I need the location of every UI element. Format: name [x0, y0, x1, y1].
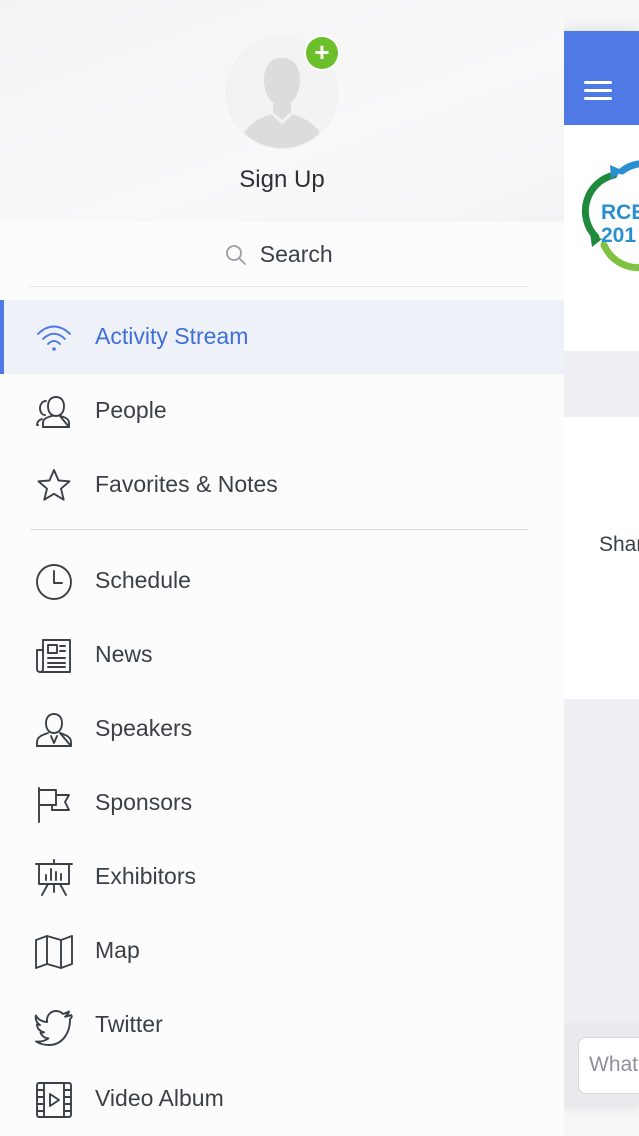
menu-item-label: News	[95, 641, 153, 667]
share-text: Shar	[599, 533, 639, 556]
menu-item-news[interactable]: News	[0, 618, 564, 692]
profile-header: + Sign Up	[0, 0, 564, 222]
section-separator	[564, 351, 639, 417]
menu-item-label: Activity Stream	[95, 323, 249, 349]
wifi-icon	[37, 325, 71, 351]
people-icon	[36, 396, 70, 428]
map-icon	[35, 935, 73, 969]
search-placeholder: Search	[259, 241, 333, 267]
menu-item-label: People	[95, 397, 167, 423]
menu-item-schedule[interactable]: Schedule	[0, 544, 564, 618]
menu-item-exhibitors[interactable]: Exhibitors	[0, 840, 564, 914]
menu-item-sponsors[interactable]: Sponsors	[0, 766, 564, 840]
event-logo: RCE 201	[581, 160, 639, 272]
menu-item-favorites-notes[interactable]: Favorites & Notes	[0, 448, 564, 522]
film-icon	[36, 1082, 72, 1118]
menu-item-label: Speakers	[95, 715, 193, 741]
menu-item-label: Exhibitors	[95, 863, 196, 889]
add-photo-plus-icon[interactable]: +	[306, 37, 338, 69]
app-header-bar	[564, 31, 639, 125]
star-icon	[37, 469, 71, 501]
clock-icon	[36, 564, 72, 600]
share-post-card[interactable]: Shar	[564, 417, 639, 699]
hamburger-menu-icon[interactable]	[584, 79, 614, 103]
menu-item-label: Favorites & Notes	[95, 471, 278, 497]
sign-up-link[interactable]: Sign Up	[0, 166, 564, 194]
presentation-board-icon	[35, 859, 73, 896]
menu-item-twitter[interactable]: Twitter	[0, 988, 564, 1062]
menu-item-people[interactable]: People	[0, 374, 564, 448]
menu-divider	[30, 529, 528, 530]
flag-icon	[38, 787, 70, 823]
activity-stream-panel: RCE 201 Shar What	[564, 31, 639, 1106]
navigation-drawer: + Sign Up Search Activity Stream People …	[0, 0, 564, 1136]
compose-bar: What	[564, 1023, 639, 1106]
search-icon	[226, 244, 247, 265]
logo-text-line2: 201	[601, 224, 636, 247]
menu-item-map[interactable]: Map	[0, 914, 564, 988]
compose-input[interactable]: What	[578, 1037, 639, 1094]
menu-item-video-album[interactable]: Video Album	[0, 1062, 564, 1136]
menu-item-speakers[interactable]: Speakers	[0, 692, 564, 766]
menu-item-label: Video Album	[95, 1085, 224, 1111]
menu-item-label: Schedule	[95, 567, 191, 593]
speakers-icon	[36, 713, 72, 747]
search-input[interactable]: Search	[30, 224, 528, 287]
event-banner[interactable]: RCE 201	[564, 125, 639, 351]
menu-item-label: Sponsors	[95, 789, 193, 815]
menu-item-label: Twitter	[95, 1011, 163, 1037]
logo-text-line1: RCE	[601, 201, 639, 224]
menu-item-activity-stream[interactable]: Activity Stream	[0, 300, 564, 374]
compose-placeholder: What	[589, 1053, 639, 1076]
twitter-bird-icon	[34, 1010, 73, 1046]
newspaper-icon	[36, 639, 71, 673]
menu-item-label: Map	[95, 937, 140, 963]
